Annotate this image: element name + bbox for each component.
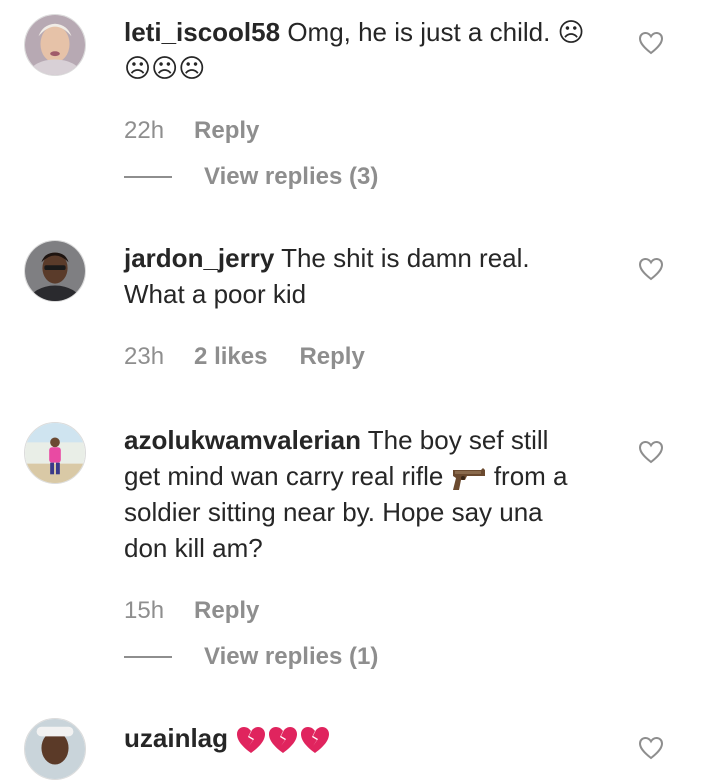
view-replies-button[interactable]: View replies (1) (124, 642, 378, 672)
avatar[interactable] (24, 422, 86, 484)
reply-button[interactable]: Reply (299, 343, 364, 371)
avatar[interactable] (24, 718, 86, 780)
comment-meta: 23h 2 likes Reply (124, 342, 365, 372)
avatar-image (25, 241, 85, 301)
pistol-icon (452, 468, 485, 491)
like-heart-icon[interactable] (638, 31, 664, 55)
comment-body-line2: ☹☹☹ (124, 53, 206, 83)
comment-body-line2: What a poor kid (124, 279, 307, 309)
replies-divider (124, 176, 172, 178)
comment-time: 15h (124, 597, 165, 624)
broken-heart-emojis (235, 723, 331, 754)
comment-meta: 15h Reply (124, 596, 259, 626)
broken-heart-icon (269, 727, 298, 754)
comment-username[interactable]: uzainlag (124, 723, 228, 753)
comment-username[interactable]: azolukwamvalerian (124, 425, 361, 455)
comment-body-line3: soldier sitting near by. Hope say una (124, 497, 543, 527)
comment-username[interactable]: leti_iscool58 (124, 17, 280, 47)
like-heart-icon[interactable] (638, 257, 664, 281)
avatar[interactable] (24, 240, 86, 302)
comment-text: uzainlag (124, 720, 604, 756)
comment-time: 22h (124, 117, 165, 144)
avatar-image (25, 719, 85, 779)
view-replies-button[interactable]: View replies (3) (124, 162, 378, 192)
avatar-image (25, 15, 85, 75)
view-replies-label: View replies (1) (204, 643, 379, 670)
comment-text: leti_iscool58 Omg, he is just a child. ☹… (124, 14, 604, 86)
comment-body: Omg, he is just a child. ☹ (287, 17, 585, 47)
comment-body-line4: don kill am? (124, 533, 263, 563)
comment-meta: 22h Reply (124, 116, 259, 146)
replies-divider (124, 656, 172, 658)
like-heart-icon[interactable] (638, 736, 664, 760)
comment-time: 23h (124, 343, 165, 370)
like-heart-icon[interactable] (638, 440, 664, 464)
comment-username[interactable]: jardon_jerry (124, 243, 274, 273)
comment-text: jardon_jerry The shit is damn real. What… (124, 240, 604, 312)
likes-count[interactable]: 2 likes (194, 343, 267, 371)
avatar[interactable] (24, 14, 86, 76)
view-replies-label: View replies (3) (204, 163, 379, 190)
broken-heart-icon (301, 727, 330, 754)
reply-button[interactable]: Reply (194, 117, 259, 145)
avatar-image (25, 423, 85, 483)
reply-button[interactable]: Reply (194, 597, 259, 625)
comment-body: The boy sef still (367, 425, 549, 455)
comment-body-line2b: from a (493, 461, 568, 491)
comment-body: The shit is damn real. (281, 243, 530, 273)
comment-body-line2: get mind wan carry real rifle (124, 461, 444, 491)
broken-heart-icon (237, 727, 266, 754)
comment-text: azolukwamvalerian The boy sef still get … (124, 422, 604, 566)
